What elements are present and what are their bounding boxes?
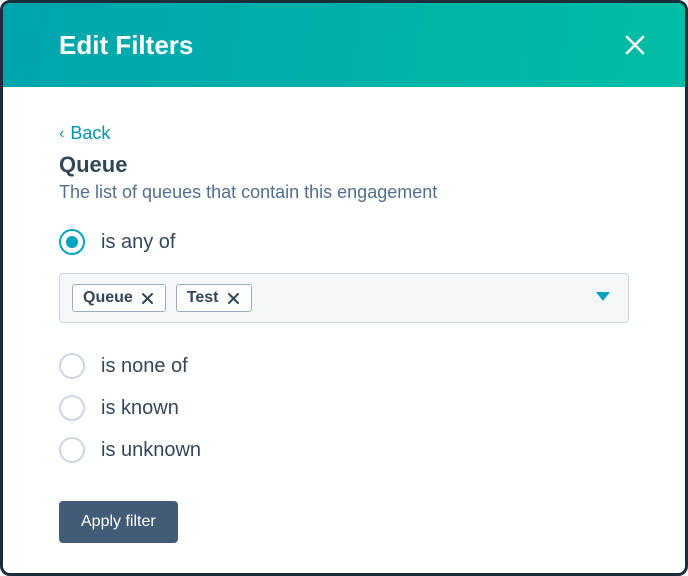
- close-icon: [228, 293, 239, 304]
- option-is-known[interactable]: is known: [59, 391, 629, 425]
- apply-button-label: Apply filter: [81, 513, 156, 530]
- chip-label: Test: [187, 289, 219, 307]
- option-label: is none of: [101, 355, 188, 378]
- chevron-left-icon: ‹: [59, 125, 64, 143]
- option-label: is unknown: [101, 439, 201, 462]
- back-label: Back: [70, 123, 110, 144]
- caret-down-icon: [596, 292, 610, 302]
- unselected-options: is none of is known is unknown: [59, 341, 629, 475]
- option-is-any-of[interactable]: is any of: [59, 225, 629, 259]
- multi-select-input[interactable]: Queue Test: [59, 273, 629, 323]
- filter-property-description: The list of queues that contain this eng…: [59, 182, 629, 203]
- back-link[interactable]: ‹ Back: [59, 123, 110, 144]
- chip-remove-button[interactable]: [141, 291, 155, 305]
- close-icon: [624, 34, 646, 56]
- option-label: is any of: [101, 231, 175, 254]
- chip-test: Test: [176, 284, 252, 312]
- option-label: is known: [101, 397, 179, 420]
- dialog-body: ‹ Back Queue The list of queues that con…: [3, 87, 685, 573]
- apply-filter-button[interactable]: Apply filter: [59, 501, 178, 543]
- close-icon: [142, 293, 153, 304]
- chip-remove-button[interactable]: [227, 291, 241, 305]
- filter-property-name: Queue: [59, 152, 629, 178]
- radio-icon: [59, 229, 85, 255]
- radio-icon: [59, 353, 85, 379]
- chip-label: Queue: [83, 289, 133, 307]
- radio-icon: [59, 395, 85, 421]
- option-is-unknown[interactable]: is unknown: [59, 433, 629, 467]
- filter-options: is any of Queue Test: [59, 225, 629, 475]
- dialog-header: Edit Filters: [3, 3, 685, 87]
- dialog-title: Edit Filters: [59, 30, 193, 61]
- close-button[interactable]: [621, 31, 649, 59]
- radio-icon: [59, 437, 85, 463]
- dropdown-toggle[interactable]: [596, 289, 610, 307]
- option-is-none-of[interactable]: is none of: [59, 349, 629, 383]
- edit-filters-dialog: Edit Filters ‹ Back Queue The list of qu…: [0, 0, 688, 576]
- chip-queue: Queue: [72, 284, 166, 312]
